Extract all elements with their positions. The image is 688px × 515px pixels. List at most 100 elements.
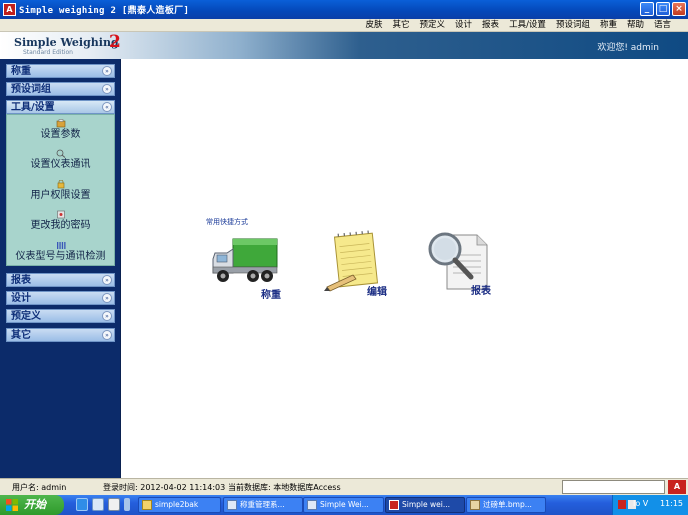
menu-other[interactable]: 其它 xyxy=(388,19,415,32)
menu-report[interactable]: 报表 xyxy=(477,19,504,32)
taskbar: 开始 simple2bak 称重管理系... Simple Wei... Sim… xyxy=(0,495,688,515)
menu-weighing[interactable]: 称重 xyxy=(595,19,622,32)
close-button[interactable]: × xyxy=(672,2,686,16)
window-title: Simple weighing 2 [鼎泰人造板厂] xyxy=(19,6,190,16)
taskbar-item[interactable]: 过磅单.bmp... xyxy=(466,497,546,513)
chevron-down-icon[interactable]: » xyxy=(102,66,112,76)
sidebar-item-instrument-model-test[interactable]: 仪表型号与通讯检测 xyxy=(7,241,114,263)
tools-settings-panel: 设置参数 设置仪表通讯 用户权限设置 更改我的密码 仪表型号与通讯检测 xyxy=(6,114,115,266)
shortcut-label: 报表 xyxy=(471,286,491,297)
communication-icon xyxy=(56,149,65,158)
tray-app-icon[interactable] xyxy=(618,500,626,509)
sidebar-category-label: 预设词组 xyxy=(11,84,51,95)
chevron-down-icon[interactable]: » xyxy=(102,275,112,285)
taskbar-item-label: 过磅单.bmp... xyxy=(483,500,532,509)
folder-icon xyxy=(142,500,152,510)
desktop-icon[interactable] xyxy=(92,498,104,511)
start-button[interactable]: 开始 xyxy=(0,495,64,515)
taskbar-item-label: 称重管理系... xyxy=(240,500,285,509)
sidebar-item-label: 更改我的密码 xyxy=(30,220,91,231)
menu-language[interactable]: 语言 xyxy=(649,19,676,32)
app-icon[interactable]: A xyxy=(3,3,16,16)
shortcut-weighing[interactable]: 称重 xyxy=(211,229,301,301)
sidebar-category-label: 设计 xyxy=(11,293,31,304)
menu-skin[interactable]: 皮肤 xyxy=(360,19,387,32)
browser-icon[interactable] xyxy=(76,498,88,511)
taskbar-item-label: simple2bak xyxy=(155,500,199,509)
taskbar-item[interactable]: Simple Wei... xyxy=(303,497,384,513)
chevron-down-icon[interactable]: » xyxy=(102,311,112,321)
taskbar-item[interactable]: simple2bak xyxy=(138,497,221,513)
app-icon xyxy=(389,500,399,510)
logo-text: Simple Weighing xyxy=(14,36,119,49)
menu-tools-settings[interactable]: 工具/设置 xyxy=(504,19,551,32)
windows-logo-icon xyxy=(6,499,18,511)
menu-preset-phrases[interactable]: 预设词组 xyxy=(551,19,595,32)
sidebar-item-user-permissions[interactable]: 用户权限设置 xyxy=(7,180,114,202)
menu-help[interactable]: 帮助 xyxy=(622,19,649,32)
edition-label: Standard Edition xyxy=(23,49,73,56)
truck-icon xyxy=(212,238,278,282)
status-login-time: 登录时间: 2012-04-02 11:14:03 xyxy=(103,483,226,492)
sidebar-category-other[interactable]: 其它 » xyxy=(6,328,115,342)
sidebar-category-design[interactable]: 设计 » xyxy=(6,291,115,305)
sidebar: 称重 » 预设词组 » 工具/设置 « 设置参数 设置仪表通讯 用户权限设置 更… xyxy=(0,59,121,478)
start-label: 开始 xyxy=(24,498,46,511)
shortcut-label: 编辑 xyxy=(367,287,387,298)
sidebar-item-instrument-communication[interactable]: 设置仪表通讯 xyxy=(7,149,114,171)
taskbar-item[interactable]: 称重管理系... xyxy=(223,497,303,513)
sidebar-category-label: 其它 xyxy=(11,330,31,341)
taskbar-item-label: Simple wei... xyxy=(402,500,450,509)
menu-design[interactable]: 设计 xyxy=(450,19,477,32)
sidebar-item-set-parameters[interactable]: 设置参数 xyxy=(7,119,114,141)
maximize-button[interactable]: □ xyxy=(656,2,670,16)
sidebar-item-label: 用户权限设置 xyxy=(30,190,91,201)
minimize-button[interactable]: _ xyxy=(640,2,654,16)
chevron-down-icon[interactable]: » xyxy=(102,84,112,94)
header-banner: Simple Weighing 2 Standard Edition 欢迎您! … xyxy=(0,32,688,59)
sidebar-item-label: 仪表型号与通讯检测 xyxy=(15,251,106,262)
sidebar-category-predefine[interactable]: 预定义 » xyxy=(6,309,115,323)
taskbar-item-active[interactable]: Simple wei... xyxy=(385,497,465,513)
sidebar-item-label: 设置仪表通讯 xyxy=(30,159,91,170)
logo-number: 2 xyxy=(109,32,121,52)
image-icon xyxy=(470,500,480,510)
window-icon xyxy=(307,500,317,510)
status-username: 用户名: admin xyxy=(12,483,67,492)
title-bar[interactable]: A Simple weighing 2 [鼎泰人造板厂] _ □ × xyxy=(0,0,688,19)
menu-predefine[interactable]: 预定义 xyxy=(415,19,451,32)
brand-logo: A xyxy=(668,480,686,494)
sidebar-item-label: 设置参数 xyxy=(40,129,81,140)
shortcut-label: 称重 xyxy=(261,290,281,301)
password-icon xyxy=(56,210,65,219)
sidebar-category-label: 工具/设置 xyxy=(11,102,55,113)
clock[interactable]: 11:15 xyxy=(660,499,683,508)
window-icon xyxy=(227,500,237,510)
chevron-down-icon[interactable]: » xyxy=(102,330,112,340)
sidebar-category-label: 称重 xyxy=(11,66,31,77)
status-bar: 用户名: admin 登录时间: 2012-04-02 11:14:03 当前数… xyxy=(0,478,688,495)
user-permission-icon xyxy=(57,180,64,189)
chevron-up-icon[interactable]: « xyxy=(102,102,112,112)
status-database: 当前数据库: 本地数据库Access xyxy=(228,483,341,492)
shortcut-section-title: 常用快捷方式 xyxy=(206,218,248,226)
sidebar-category-preset-phrases[interactable]: 预设词组 » xyxy=(6,82,115,96)
taskbar-item-label: Simple Wei... xyxy=(320,500,369,509)
instrument-test-icon xyxy=(56,242,65,249)
sidebar-category-label: 报表 xyxy=(11,275,31,286)
main-content: 常用快捷方式 称重 编辑 报表 xyxy=(121,59,688,478)
status-input-box[interactable] xyxy=(562,480,665,494)
expand-icon[interactable] xyxy=(124,498,130,511)
explorer-icon[interactable] xyxy=(108,498,120,511)
system-tray: Io V 11:15 xyxy=(612,495,688,515)
chevron-down-icon[interactable]: » xyxy=(102,293,112,303)
sidebar-category-reports[interactable]: 报表 » xyxy=(6,273,115,287)
tray-text: Io V xyxy=(633,499,649,508)
settings-icon xyxy=(56,119,65,128)
shortcut-report[interactable]: 报表 xyxy=(423,229,513,301)
sidebar-item-change-password[interactable]: 更改我的密码 xyxy=(7,210,114,232)
sidebar-category-weighing[interactable]: 称重 » xyxy=(6,64,115,78)
welcome-text: 欢迎您! admin xyxy=(597,43,659,53)
shortcut-edit[interactable]: 编辑 xyxy=(321,229,411,301)
sidebar-category-tools-settings[interactable]: 工具/设置 « xyxy=(6,100,115,114)
